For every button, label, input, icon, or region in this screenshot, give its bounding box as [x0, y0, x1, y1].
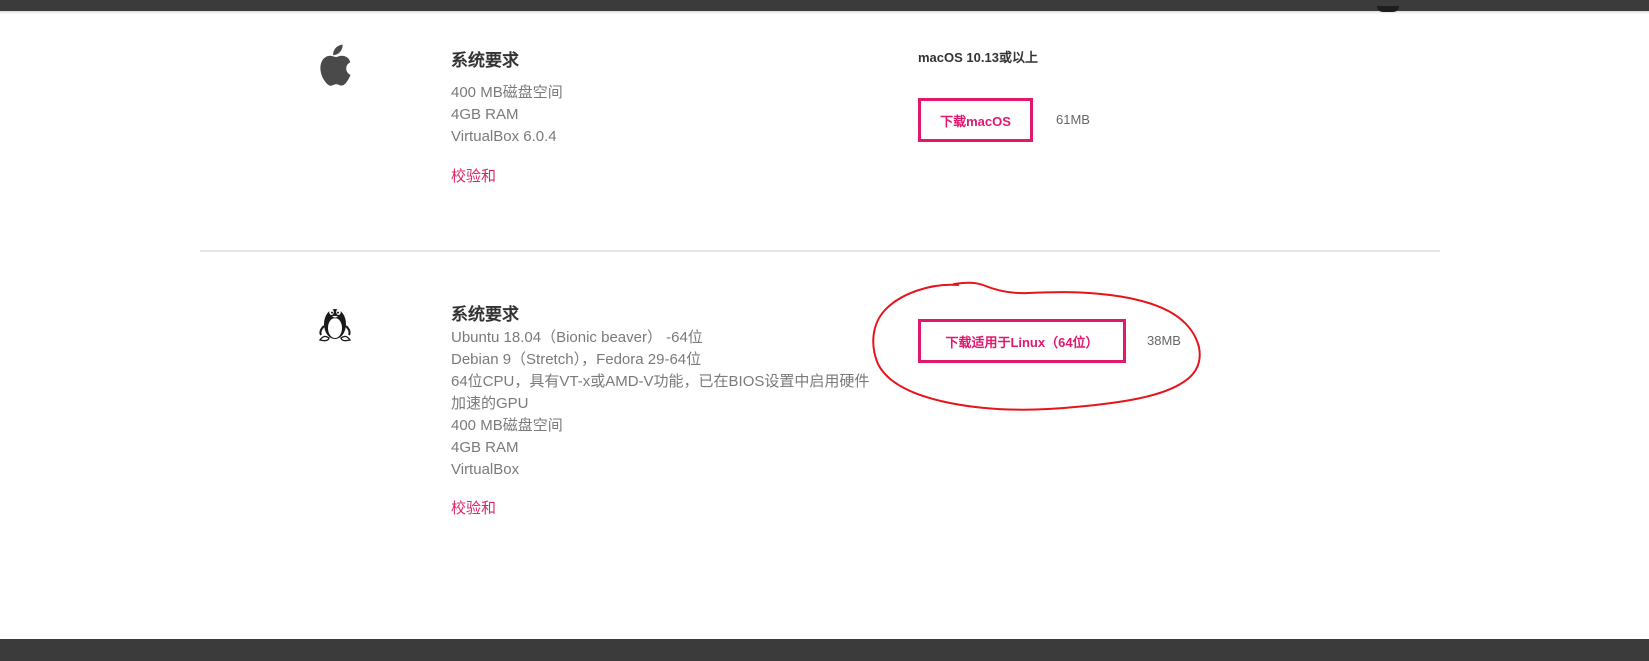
- top-nav-partial-icon: [1377, 6, 1399, 12]
- apple-icon: [317, 43, 355, 89]
- linux-requirement-item: 400 MB磁盘空间: [451, 417, 563, 434]
- macos-file-size: 61MB: [1056, 112, 1090, 127]
- linux-requirement-item: 4GB RAM: [451, 439, 519, 456]
- linux-requirement-item: 64位CPU，具有VT-x或AMD-V功能，已在BIOS设置中启用硬件加速的GP…: [451, 373, 870, 412]
- linux-checksum-link[interactable]: 校验和: [451, 497, 496, 518]
- linux-requirement-item: Ubuntu 18.04（Bionic beaver） -64位: [451, 329, 703, 346]
- download-macos-button[interactable]: 下载macOS: [918, 98, 1033, 142]
- download-linux-button[interactable]: 下载适用于Linux（64位）: [918, 319, 1126, 363]
- linux-requirement-item: Debian 9（Stretch），Fedora 29-64位: [451, 351, 702, 368]
- section-divider: [200, 250, 1440, 252]
- top-nav-bar: [0, 0, 1649, 11]
- top-nav-shadow: [0, 11, 1649, 14]
- macos-requirement-item: 4GB RAM: [451, 106, 519, 123]
- tux-penguin-icon: [316, 298, 354, 344]
- linux-requirements-heading: 系统要求: [451, 305, 519, 324]
- macos-requirement-item: VirtualBox 6.0.4: [451, 128, 557, 145]
- macos-requirements-heading: 系统要求: [451, 51, 519, 70]
- macos-version-requirement: macOS 10.13或以上: [918, 50, 1038, 65]
- footer-bar: [0, 639, 1649, 661]
- linux-requirement-item: VirtualBox: [451, 461, 520, 478]
- linux-requirements-list: Ubuntu 18.04（Bionic beaver） -64位 Debian …: [451, 327, 871, 481]
- macos-requirement-item: 400 MB磁盘空间: [451, 84, 563, 101]
- linux-file-size: 38MB: [1147, 333, 1181, 348]
- macos-checksum-link[interactable]: 校验和: [451, 165, 496, 186]
- macos-requirements-list: 400 MB磁盘空间 4GB RAM VirtualBox 6.0.4: [451, 82, 871, 148]
